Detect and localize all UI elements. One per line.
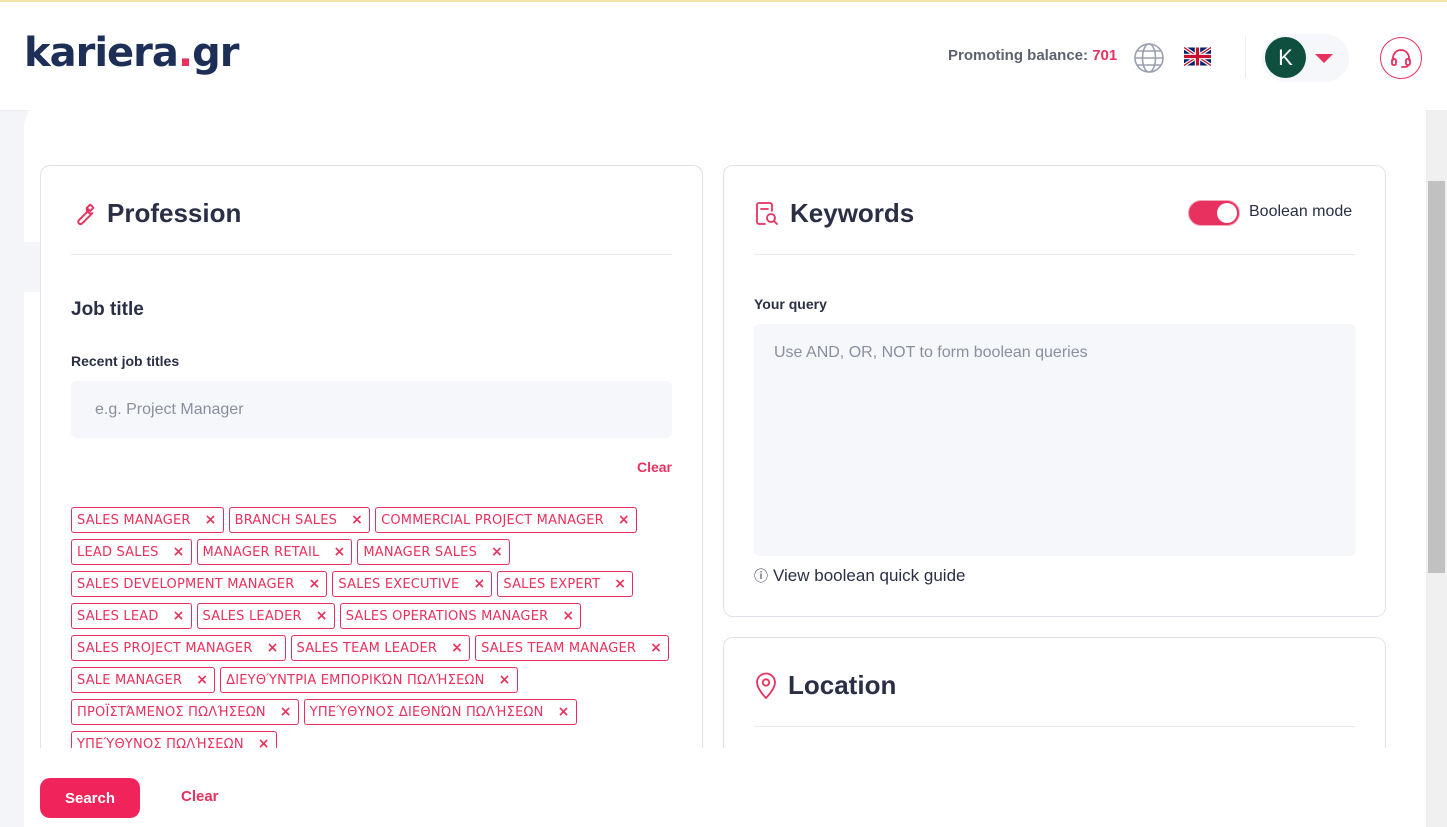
wrench-icon (77, 203, 95, 225)
remove-tag-icon[interactable]: × (173, 608, 185, 624)
remove-tag-icon[interactable]: × (205, 512, 217, 528)
tag-label: SALES EXECUTIVE (338, 576, 460, 592)
job-title-tag: SALES TEAM MANAGER × (475, 635, 670, 661)
boolean-guide-link[interactable]: ⓘ View boolean quick guide (754, 566, 966, 586)
keywords-card: Keywords Boolean mode Your query ⓘ View … (723, 165, 1386, 617)
remove-tag-icon[interactable]: × (351, 512, 363, 528)
support-button[interactable] (1380, 37, 1422, 79)
profession-title: Profession (71, 198, 241, 229)
scrollbar-thumb[interactable] (1428, 181, 1445, 573)
keywords-title: Keywords (754, 198, 914, 229)
remove-tag-icon[interactable]: × (491, 544, 503, 560)
document-search-icon (756, 201, 778, 225)
remove-tag-icon[interactable]: × (562, 608, 574, 624)
remove-tag-icon[interactable]: × (499, 672, 511, 688)
remove-tag-icon[interactable]: × (196, 672, 208, 688)
search-button[interactable]: Search (40, 778, 140, 818)
toggle-knob (1217, 203, 1237, 223)
clear-job-titles-link[interactable]: Clear (637, 459, 672, 475)
remove-tag-icon[interactable]: × (267, 640, 279, 656)
tag-label: ΔΙΕΥΘΎΝΤΡΙΑ ΕΜΠΟΡΙΚΏΝ ΠΩΛΉΣΕΩΝ (226, 672, 485, 688)
user-menu[interactable]: K (1262, 34, 1349, 82)
tag-label: SALES LEAD (77, 608, 159, 624)
job-title-tag: SALES PROJECT MANAGER × (71, 635, 286, 661)
kariera-logo[interactable]: kariera.gr (24, 30, 239, 76)
tag-label: SALES EXPERT (503, 576, 601, 592)
section-divider (754, 726, 1355, 727)
your-query-label: Your query (754, 296, 827, 312)
tag-label: SALES LEADER (202, 608, 302, 624)
job-title-tag: SALES LEADER × (196, 603, 335, 629)
remove-tag-icon[interactable]: × (333, 544, 345, 560)
job-title-heading: Job title (71, 299, 144, 320)
profession-card: Profession Job title Recent job titles C… (40, 165, 703, 765)
job-title-tag: SALES EXECUTIVE × (332, 571, 493, 597)
tag-label: ΠΡΟΪΣΤΆΜΕΝΟΣ ΠΩΛΉΣΕΩΝ (77, 704, 266, 720)
job-title-tag: SALES EXPERT × (497, 571, 634, 597)
job-title-tag: LEAD SALES × (71, 539, 192, 565)
tag-label: LEAD SALES (77, 544, 159, 560)
balance-value: 701 (1092, 47, 1118, 64)
tag-label: SALE MANAGER (77, 672, 183, 688)
boolean-mode-label: Boolean mode (1249, 203, 1353, 220)
remove-tag-icon[interactable]: × (451, 640, 463, 656)
job-title-tag: SALES DEVELOPMENT MANAGER × (71, 571, 328, 597)
uk-flag-icon[interactable] (1184, 47, 1211, 66)
job-title-tag: SALE MANAGER × (71, 667, 216, 693)
info-icon: ⓘ (754, 568, 768, 584)
tag-label: SALES OPERATIONS MANAGER (345, 608, 549, 624)
remove-tag-icon[interactable]: × (618, 512, 630, 528)
remove-tag-icon[interactable]: × (650, 640, 662, 656)
promoting-balance: Promoting balance: 701 (948, 47, 1117, 64)
tag-label: MANAGER SALES (363, 544, 478, 560)
remove-tag-icon[interactable]: × (558, 704, 570, 720)
job-title-input[interactable] (71, 381, 672, 438)
balance-label: Promoting balance: (948, 47, 1089, 64)
chevron-down-icon (1315, 54, 1333, 63)
remove-tag-icon[interactable]: × (614, 576, 626, 592)
tag-label: COMMERCIAL PROJECT MANAGER (381, 512, 604, 528)
job-title-tags: SALES MANAGER × BRANCH SALES × COMMERCIAL PR… (71, 507, 681, 757)
section-divider (71, 254, 672, 255)
job-title-tag: MANAGER RETAIL × (196, 539, 353, 565)
avatar: K (1265, 37, 1306, 78)
recent-job-titles-label: Recent job titles (71, 353, 180, 369)
remove-tag-icon[interactable]: × (308, 576, 320, 592)
job-title-tag: SALES MANAGER × (71, 507, 224, 533)
tag-label: SALES TEAM MANAGER (481, 640, 637, 656)
page-scrollbar[interactable] (1426, 111, 1447, 827)
tag-label: SALES DEVELOPMENT MANAGER (77, 576, 295, 592)
boolean-guide-label: View boolean quick guide (773, 566, 966, 585)
tag-label: SALES PROJECT MANAGER (77, 640, 253, 656)
job-title-tag: SALES TEAM LEADER × (290, 635, 471, 661)
tag-label: SALES MANAGER (77, 512, 191, 528)
job-title-tag: ΥΠΕΎΘΥΝΟΣ ΔΙΕΘΝΏΝ ΠΩΛΉΣΕΩΝ × (303, 699, 577, 725)
location-title: Location (754, 670, 896, 701)
tag-label: BRANCH SALES (234, 512, 338, 528)
job-title-tag: MANAGER SALES × (357, 539, 510, 565)
remove-tag-icon[interactable]: × (473, 576, 485, 592)
remove-tag-icon[interactable]: × (280, 704, 292, 720)
job-title-tag: ΠΡΟΪΣΤΆΜΕΝΟΣ ΠΩΛΉΣΕΩΝ × (71, 699, 299, 725)
job-title-tag: COMMERCIAL PROJECT MANAGER × (375, 507, 637, 533)
tag-label: ΥΠΕΎΘΥΝΟΣ ΔΙΕΘΝΏΝ ΠΩΛΉΣΕΩΝ (309, 704, 544, 720)
section-divider (754, 254, 1355, 255)
tag-label: SALES TEAM LEADER (296, 640, 438, 656)
tag-label: MANAGER RETAIL (202, 544, 320, 560)
headset-icon (1391, 49, 1411, 68)
map-pin-icon (756, 672, 776, 699)
clear-all-button[interactable]: Clear (181, 788, 219, 805)
remove-tag-icon[interactable]: × (173, 544, 185, 560)
header-divider (1245, 36, 1246, 78)
job-title-tag: BRANCH SALES × (228, 507, 371, 533)
action-bar: Search Clear (24, 748, 1426, 827)
job-title-tag: ΔΙΕΥΘΎΝΤΡΙΑ ΕΜΠΟΡΙΚΏΝ ΠΩΛΉΣΕΩΝ × (220, 667, 518, 693)
query-textarea[interactable] (754, 324, 1356, 556)
globe-icon[interactable] (1133, 42, 1165, 74)
boolean-mode-toggle[interactable] (1188, 200, 1240, 226)
job-title-tag: SALES LEAD × (71, 603, 192, 629)
remove-tag-icon[interactable]: × (316, 608, 328, 624)
job-title-tag: SALES OPERATIONS MANAGER × (339, 603, 582, 629)
